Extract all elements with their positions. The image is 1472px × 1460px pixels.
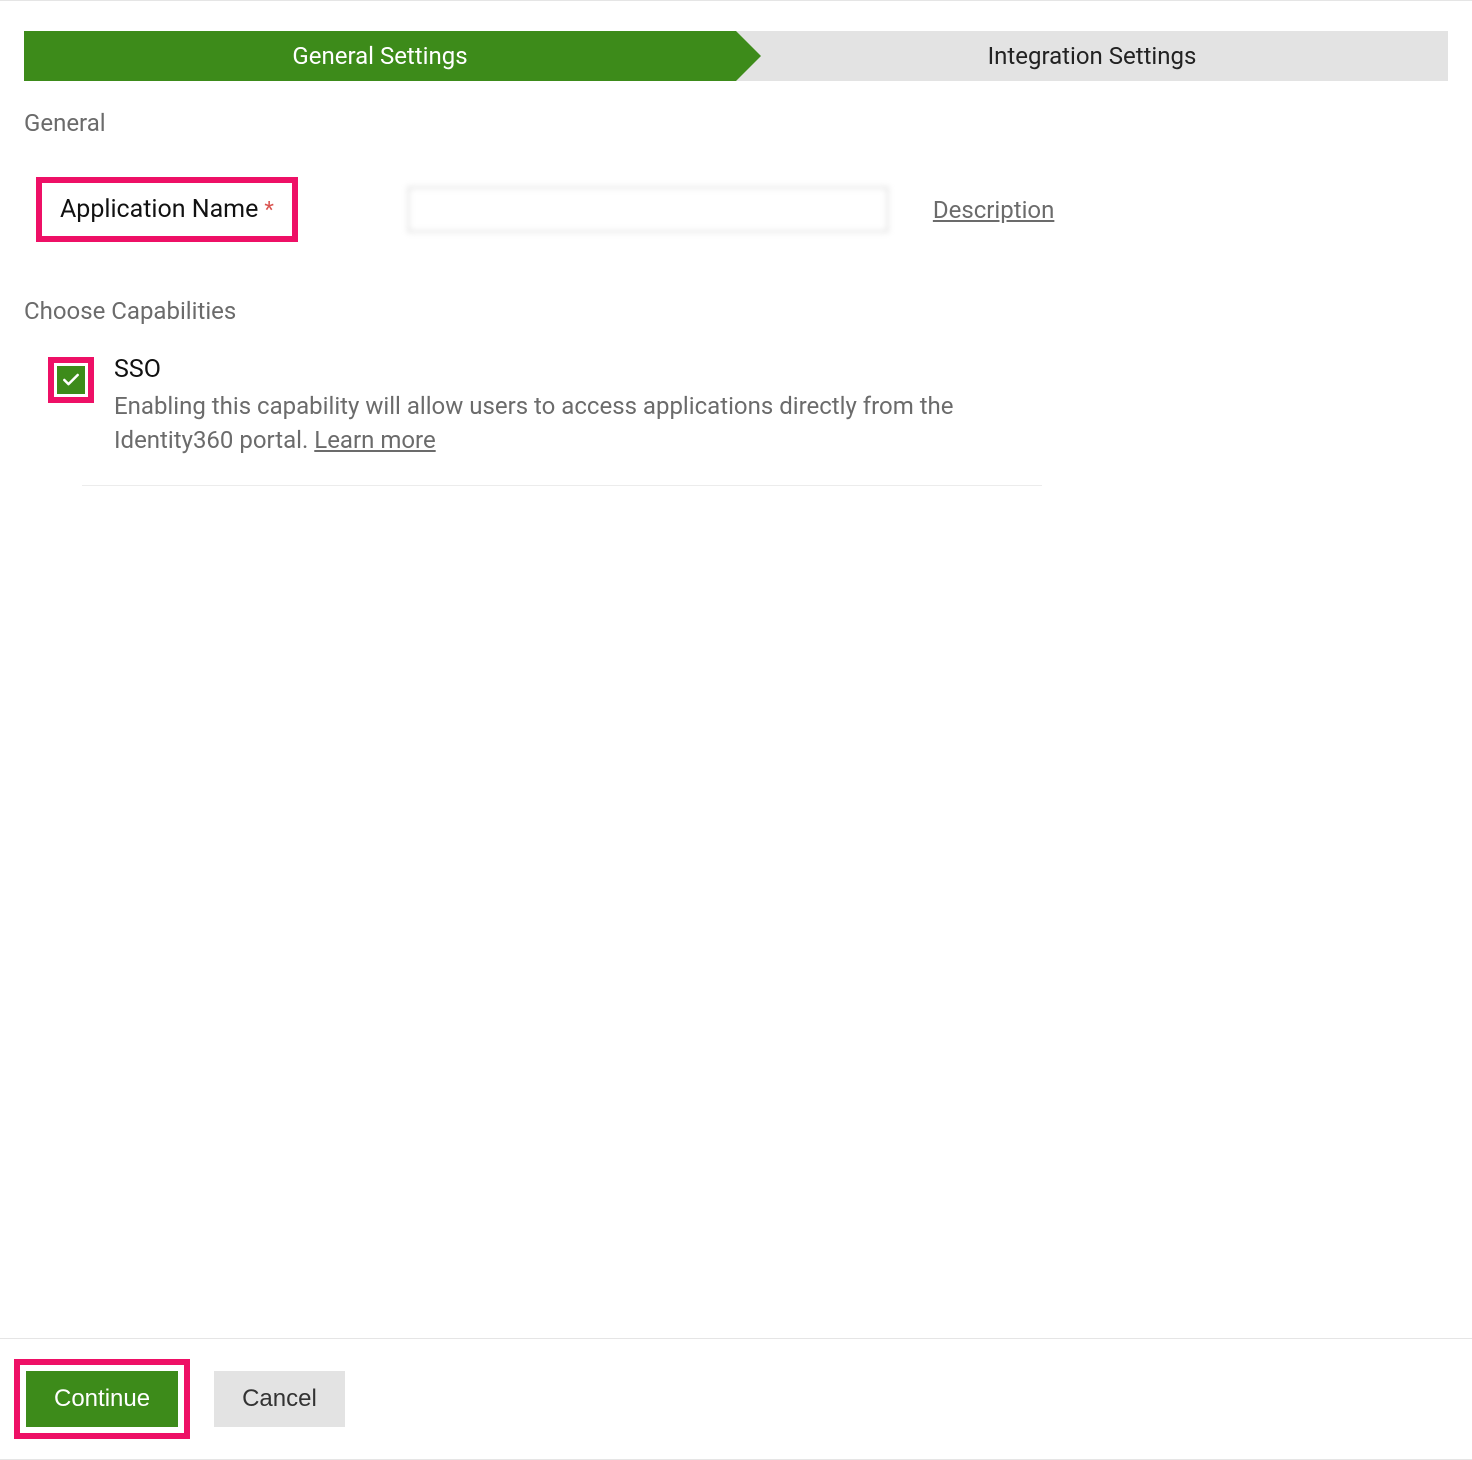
required-mark: * bbox=[264, 198, 273, 223]
application-name-label: Application Name * bbox=[60, 195, 274, 224]
sso-text: SSO Enabling this capability will allow … bbox=[114, 355, 1048, 457]
check-icon bbox=[61, 370, 81, 390]
application-name-label-text: Application Name bbox=[60, 195, 258, 224]
sso-description: Enabling this capability will allow user… bbox=[114, 390, 1048, 457]
settings-panel: General Settings Integration Settings Ge… bbox=[0, 0, 1472, 1460]
general-section-heading: General bbox=[24, 109, 1472, 137]
continue-button[interactable]: Continue bbox=[26, 1371, 178, 1427]
continue-button-highlight: Continue bbox=[14, 1359, 190, 1439]
capabilities-section: Choose Capabilities SSO Enabling this ca… bbox=[24, 297, 1472, 486]
sso-checkbox[interactable] bbox=[57, 366, 85, 394]
capabilities-heading: Choose Capabilities bbox=[24, 297, 1472, 325]
sso-description-text: Enabling this capability will allow user… bbox=[114, 392, 953, 454]
tab-integration-settings[interactable]: Integration Settings bbox=[736, 31, 1448, 81]
application-name-label-highlight: Application Name * bbox=[36, 177, 298, 242]
sso-checkbox-highlight bbox=[48, 357, 94, 403]
tab-general-settings[interactable]: General Settings bbox=[24, 31, 736, 81]
description-link[interactable]: Description bbox=[933, 196, 1055, 224]
learn-more-link[interactable]: Learn more bbox=[314, 426, 435, 454]
cancel-button[interactable]: Cancel bbox=[214, 1371, 345, 1427]
sso-title: SSO bbox=[114, 355, 1048, 384]
capability-divider bbox=[82, 485, 1042, 486]
application-name-row: Application Name * Description bbox=[36, 177, 1472, 242]
capability-sso: SSO Enabling this capability will allow … bbox=[48, 355, 1048, 457]
footer-bar: Continue Cancel bbox=[0, 1338, 1472, 1459]
application-name-input[interactable] bbox=[408, 187, 888, 232]
progress-tabs: General Settings Integration Settings bbox=[24, 31, 1448, 81]
